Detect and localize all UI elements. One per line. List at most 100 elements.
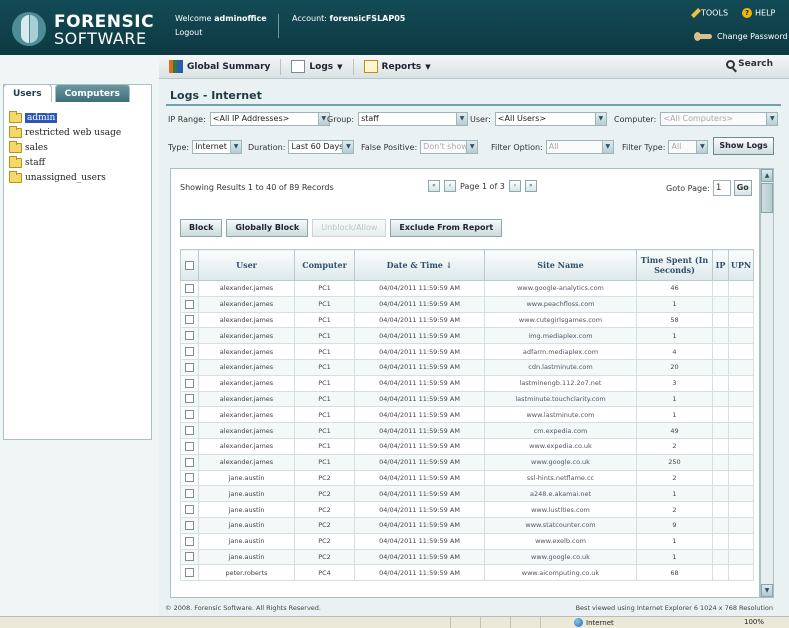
show-logs-button[interactable]: Show Logs (713, 137, 774, 155)
row-checkbox[interactable] (185, 489, 194, 499)
search-button[interactable]: Search (726, 59, 773, 69)
scroll-up-icon[interactable]: ▲ (761, 169, 773, 182)
cell-site-name: lastminute.touchclarity.com (484, 390, 637, 408)
tree-item-admin[interactable]: admin (9, 110, 121, 124)
go-button[interactable]: Go (733, 180, 752, 196)
column-header-upn[interactable]: UPN (728, 249, 754, 281)
user-select[interactable]: <All Users> ▼ (494, 112, 607, 126)
filter-option-label: Filter Option: (491, 142, 543, 152)
row-checkbox[interactable] (185, 347, 194, 357)
table-row[interactable]: alexander.james PC1 04/04/2011 11:59:59 AM… (180, 311, 754, 329)
results-scrollbar[interactable]: ▲ ▼ (760, 168, 774, 598)
tab-computers[interactable]: Computers (54, 84, 130, 102)
last-page-icon[interactable]: » (524, 180, 537, 192)
column-header-ip[interactable]: IP (712, 249, 729, 281)
next-page-icon[interactable]: › (508, 180, 521, 192)
table-row[interactable]: alexander.james PC1 04/04/2011 11:59:59 AM… (180, 374, 754, 392)
row-checkbox[interactable] (185, 568, 194, 578)
table-row[interactable]: alexander.james PC1 04/04/2011 11:59:59 AM… (180, 422, 754, 439)
row-checkbox[interactable] (185, 362, 194, 372)
row-checkbox[interactable] (185, 378, 194, 388)
row-checkbox[interactable] (185, 410, 194, 420)
scroll-thumb[interactable] (761, 183, 773, 213)
table-row[interactable]: jane.austin PC2 04/04/2011 11:59:59 AM www.… (180, 501, 754, 518)
column-header-site-name[interactable]: Site Name (484, 249, 637, 281)
logs-menu[interactable]: Logs ▼ (281, 55, 352, 78)
cell-time-spent: 68 (636, 564, 713, 582)
table-row[interactable]: alexander.james PC1 04/04/2011 11:59:59 AM… (180, 280, 754, 297)
row-checkbox[interactable] (185, 473, 194, 483)
help-menu[interactable]: ? HELP (742, 8, 775, 18)
column-header-user[interactable]: User (198, 249, 295, 281)
goto-page-input[interactable]: 1 (712, 180, 731, 196)
table-row[interactable]: jane.austin PC2 04/04/2011 11:59:59 AM www.… (180, 548, 754, 566)
row-checkbox[interactable] (185, 457, 194, 467)
column-header-computer[interactable]: Computer (294, 249, 355, 281)
type-value: Internet (195, 142, 227, 151)
table-row[interactable]: alexander.james PC1 04/04/2011 11:59:59 AM… (180, 327, 754, 345)
filter-type-select[interactable]: All ▼ (668, 140, 709, 154)
block-button[interactable]: Block (180, 219, 223, 237)
welcome-text: Welcome adminoffice (175, 14, 267, 23)
tree-item-sales[interactable]: sales (9, 140, 121, 154)
scroll-down-icon[interactable]: ▼ (761, 584, 773, 597)
tree-item-restricted-web-usage[interactable]: restricted web usage (9, 125, 121, 139)
false-positive-select[interactable]: Don't show ▼ (420, 140, 479, 154)
cell-time-spent: 1 (636, 406, 713, 424)
zoom-level[interactable]: 100% (744, 618, 764, 626)
cell-upn (728, 327, 754, 345)
row-checkbox[interactable] (185, 331, 194, 341)
type-select[interactable]: Internet ▼ (192, 140, 243, 154)
cell-site-name: www.google-analytics.com (484, 280, 637, 297)
table-row[interactable]: alexander.james PC1 04/04/2011 11:59:59 AM… (180, 358, 754, 376)
cell-user: alexander.james (198, 295, 295, 313)
table-row[interactable]: jane.austin PC2 04/04/2011 11:59:59 AM www.… (180, 532, 754, 550)
table-row[interactable]: alexander.james PC1 04/04/2011 11:59:59 AM… (180, 295, 754, 313)
group-select[interactable]: staff ▼ (358, 112, 469, 126)
cell-user: jane.austin (198, 469, 295, 487)
table-row[interactable]: alexander.james PC1 04/04/2011 11:59:59 AM… (180, 437, 754, 455)
security-zone[interactable]: Internet (574, 618, 614, 627)
row-checkbox[interactable] (185, 283, 194, 293)
row-checkbox[interactable] (185, 299, 194, 309)
type-filter: Type: Internet ▼ (168, 139, 243, 155)
table-row[interactable]: jane.austin PC2 04/04/2011 11:59:59 AM www.… (180, 516, 754, 534)
duration-select[interactable]: Last 60 Days ▼ (288, 140, 355, 154)
row-checkbox[interactable] (185, 426, 194, 436)
table-row[interactable]: alexander.james PC1 04/04/2011 11:59:59 AM… (180, 453, 754, 471)
logout-link[interactable]: Logout (175, 28, 202, 37)
first-page-icon[interactable]: « (428, 180, 440, 192)
table-row[interactable]: alexander.james PC1 04/04/2011 11:59:59 AM… (180, 390, 754, 408)
select-all-checkbox[interactable] (185, 261, 194, 271)
tools-menu[interactable]: TOOLS (691, 8, 728, 18)
row-checkbox[interactable] (185, 315, 194, 325)
column-header-time-spent[interactable]: Time Spent (In Seconds) (636, 249, 713, 281)
change-password-link[interactable]: Change Password (694, 32, 788, 41)
globally-block-button[interactable]: Globally Block (226, 219, 309, 237)
exclude-from-report-button[interactable]: Exclude From Report (390, 219, 503, 237)
column-header-date-time[interactable]: Date & Time ↓ (354, 249, 485, 281)
ip-range-select[interactable]: <All IP Addresses> ▼ (209, 112, 330, 126)
table-row[interactable]: alexander.james PC1 04/04/2011 11:59:59 AM… (180, 343, 754, 360)
row-checkbox[interactable] (185, 505, 194, 515)
table-row[interactable]: jane.austin PC2 04/04/2011 11:59:59 AM a248… (180, 485, 754, 503)
computer-select[interactable]: <All Computers> ▼ (660, 112, 779, 126)
tree-item-unassigned-users[interactable]: unassigned_users (9, 170, 121, 184)
row-checkbox[interactable] (185, 552, 194, 562)
tab-users[interactable]: Users (3, 84, 52, 102)
cell-computer: PC1 (294, 343, 355, 360)
unblock-button[interactable]: Unblock/Allow (312, 219, 387, 237)
row-checkbox[interactable] (185, 536, 194, 546)
reports-menu[interactable]: Reports ▼ (354, 55, 441, 78)
tree-item-staff[interactable]: staff (9, 155, 121, 169)
global-summary-button[interactable]: Global Summary (159, 55, 280, 78)
prev-page-icon[interactable]: ‹ (444, 180, 456, 192)
row-checkbox[interactable] (185, 441, 194, 451)
table-row[interactable]: alexander.james PC1 04/04/2011 11:59:59 AM… (180, 406, 754, 424)
table-row[interactable]: jane.austin PC2 04/04/2011 11:59:59 AM ssl-… (180, 469, 754, 487)
table-row[interactable]: peter.roberts PC4 04/04/2011 11:59:59 AM ww… (180, 564, 754, 582)
row-checkbox[interactable] (185, 520, 194, 530)
row-checkbox[interactable] (185, 394, 194, 404)
filter-option-select[interactable]: All ▼ (545, 140, 614, 154)
forensic-software-logo[interactable]: FORENSIC SOFTWARE (8, 10, 158, 48)
